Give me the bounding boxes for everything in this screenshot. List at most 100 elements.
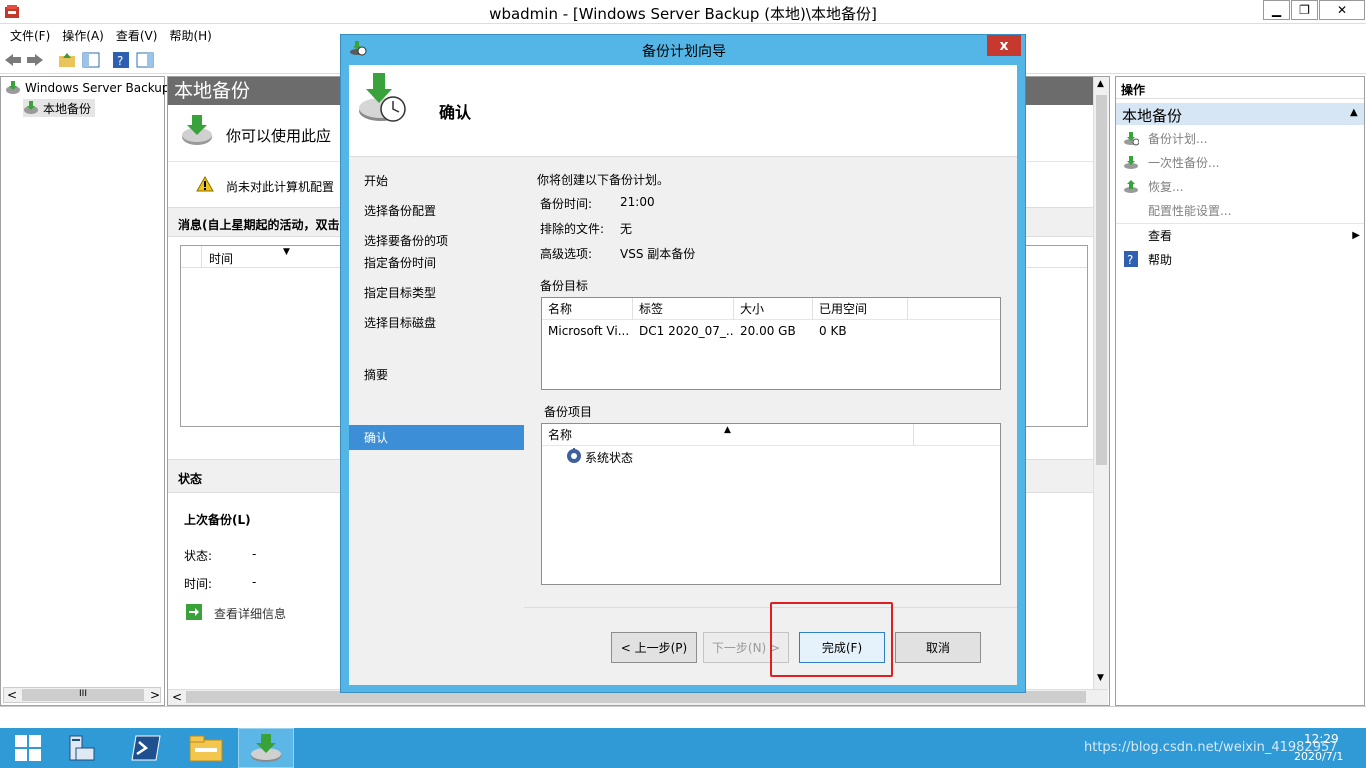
- backup-icon: [5, 79, 21, 98]
- status-bar: [0, 706, 1366, 728]
- wizard-step-target-type[interactable]: 指定目标类型: [364, 284, 436, 301]
- show-hide-actions-icon[interactable]: [135, 50, 155, 70]
- dialog-content: 确认 开始 选择备份配置 选择要备份的项 指定备份时间 指定目标类型 选择目标磁…: [349, 65, 1017, 685]
- minimize-button[interactable]: ▁: [1263, 0, 1290, 20]
- sort-up-icon: ▲: [724, 425, 731, 435]
- field-value-backup-time: 21:00: [620, 195, 655, 209]
- status-value: -: [252, 547, 257, 561]
- target-col-label[interactable]: 标签: [633, 298, 734, 320]
- backup-target-title: 备份目标: [540, 279, 589, 293]
- dialog-close-button[interactable]: x: [987, 35, 1021, 56]
- wizard-step-target-disk[interactable]: 选择目标磁盘: [364, 314, 436, 331]
- tree-child-label: 本地备份: [43, 101, 92, 116]
- menu-file[interactable]: 文件(F): [4, 27, 56, 44]
- collapse-up-icon[interactable]: ▲: [1350, 107, 1358, 118]
- action-help[interactable]: ? 帮助: [1122, 249, 1172, 269]
- action-view[interactable]: 查看 ▶: [1122, 225, 1360, 245]
- scroll-left-arrow-icon[interactable]: <: [172, 690, 182, 704]
- action-backup-once[interactable]: 一次性备份...: [1122, 152, 1219, 172]
- backup-icon: [180, 113, 214, 150]
- center-intro-text: 你可以使用此应: [226, 127, 332, 145]
- wizard-page-heading: 确认: [439, 103, 472, 122]
- warning-icon: [196, 175, 214, 195]
- scroll-up-arrow-icon[interactable]: ▲: [1097, 79, 1104, 89]
- clock-time[interactable]: 12:29: [1304, 732, 1339, 746]
- start-windows-icon[interactable]: [0, 728, 56, 768]
- actions-title-bar: 操作: [1116, 77, 1364, 99]
- up-folder-icon[interactable]: [57, 50, 77, 70]
- warning-text: 尚未对此计算机配置: [226, 180, 335, 194]
- status-header: 状态: [178, 472, 203, 486]
- scroll-thumb[interactable]: III: [22, 689, 144, 701]
- field-label-advanced-options: 高级选项:: [540, 247, 593, 261]
- tree-item-local-backup[interactable]: 本地备份: [23, 99, 96, 118]
- cancel-button[interactable]: 取消: [895, 632, 981, 663]
- messages-header: 消息(自上星期起的活动，双击: [178, 218, 340, 232]
- backup-icon: [23, 99, 39, 118]
- wizard-body: 你将创建以下备份计划。 备份时间: 21:00 排除的文件: 无 高级选项: V…: [524, 157, 1017, 607]
- target-col-name[interactable]: 名称: [542, 298, 633, 320]
- close-button[interactable]: ✕: [1319, 0, 1365, 20]
- action-backup-schedule[interactable]: 备份计划...: [1122, 128, 1207, 148]
- tree-horizontal-scrollbar[interactable]: < III >: [3, 687, 161, 703]
- file-explorer-icon[interactable]: [178, 728, 234, 768]
- action-recover[interactable]: 恢复...: [1122, 176, 1183, 196]
- wizard-step-start[interactable]: 开始: [364, 172, 388, 189]
- submenu-arrow-icon: ▶: [1352, 229, 1360, 241]
- system-state-icon: [566, 447, 582, 467]
- list-item[interactable]: 系统状态: [566, 447, 634, 467]
- target-col-used[interactable]: 已用空间: [813, 298, 908, 320]
- target-col-size[interactable]: 大小: [734, 298, 813, 320]
- maximize-button[interactable]: ❐: [1291, 0, 1318, 20]
- wbadmin-task-icon[interactable]: [238, 728, 294, 768]
- wizard-step-summary[interactable]: 摘要: [364, 366, 388, 383]
- target-table-header: 名称 标签 大小 已用空间: [542, 298, 1000, 320]
- field-label-backup-time: 备份时间:: [540, 197, 593, 211]
- scroll-down-arrow-icon[interactable]: ▼: [1097, 673, 1104, 683]
- view-details-link[interactable]: 查看详细信息: [214, 605, 286, 622]
- server-manager-icon[interactable]: [52, 728, 108, 768]
- clock-date[interactable]: 2020/7/1: [1294, 750, 1343, 763]
- svg-text:?: ?: [117, 54, 123, 68]
- wizard-step-select-items[interactable]: 选择要备份的项: [364, 232, 448, 249]
- table-row[interactable]: Microsoft Vi... DC1 2020_07_... 20.00 GB…: [542, 320, 1000, 342]
- actions-section-local-backup[interactable]: 本地备份 ▲: [1116, 103, 1364, 125]
- system-state-label: 系统状态: [585, 450, 634, 465]
- wizard-steps-nav: 开始 选择备份配置 选择要备份的项 指定备份时间 指定目标类型 选择目标磁盘 确…: [349, 157, 524, 685]
- window-titlebar: wbadmin - [Windows Server Backup (本地)\本地…: [0, 0, 1366, 24]
- tree-root-label: Windows Server Backup: [25, 81, 170, 95]
- finish-highlight-box: [770, 602, 893, 677]
- menu-action[interactable]: 操作(A): [56, 27, 110, 44]
- help-icon: ?: [1122, 250, 1140, 268]
- console-tree: Windows Server Backup 本地备份 < III >: [0, 76, 170, 706]
- wizard-step-backup-config[interactable]: 选择备份配置: [364, 202, 436, 219]
- wizard-step-confirm[interactable]: 确认: [364, 429, 388, 446]
- last-backup-heading: 上次备份(L): [184, 513, 251, 527]
- powershell-icon[interactable]: [118, 728, 174, 768]
- wizard-step-backup-time[interactable]: 指定备份时间: [364, 254, 436, 271]
- taskbar: https://blog.csdn.net/weixin_41982957 12…: [0, 728, 1366, 768]
- tree-item-windows-server-backup[interactable]: Windows Server Backup: [5, 79, 170, 97]
- time-value: -: [252, 575, 257, 589]
- back-arrow-icon[interactable]: [3, 50, 23, 70]
- show-hide-tree-icon[interactable]: [81, 50, 101, 70]
- menu-help[interactable]: 帮助(H): [163, 27, 217, 44]
- wizard-header: 确认: [349, 65, 1017, 157]
- dialog-title: 备份计划向导: [642, 44, 726, 60]
- field-value-advanced-options: VSS 副本备份: [620, 247, 696, 261]
- scroll-left-arrow-icon[interactable]: <: [7, 688, 17, 702]
- backup-items-title: 备份项目: [544, 405, 593, 419]
- action-configure-performance[interactable]: 配置性能设置...: [1122, 200, 1231, 220]
- help-icon[interactable]: ?: [111, 50, 131, 70]
- svg-text:?: ?: [1127, 253, 1133, 267]
- column-time[interactable]: 时间: [209, 250, 233, 267]
- menu-view[interactable]: 查看(V): [110, 27, 164, 44]
- scroll-right-arrow-icon[interactable]: >: [150, 688, 160, 702]
- center-vertical-scrollbar[interactable]: ▲ ▼: [1093, 77, 1109, 689]
- scroll-thumb[interactable]: [1096, 95, 1107, 465]
- backup-once-icon: [1122, 153, 1140, 171]
- actions-section-label: 本地备份: [1122, 107, 1183, 125]
- forward-arrow-icon[interactable]: [25, 50, 45, 70]
- items-table-header: 名称 ▲: [542, 424, 1000, 446]
- back-button[interactable]: < 上一步(P): [611, 632, 697, 663]
